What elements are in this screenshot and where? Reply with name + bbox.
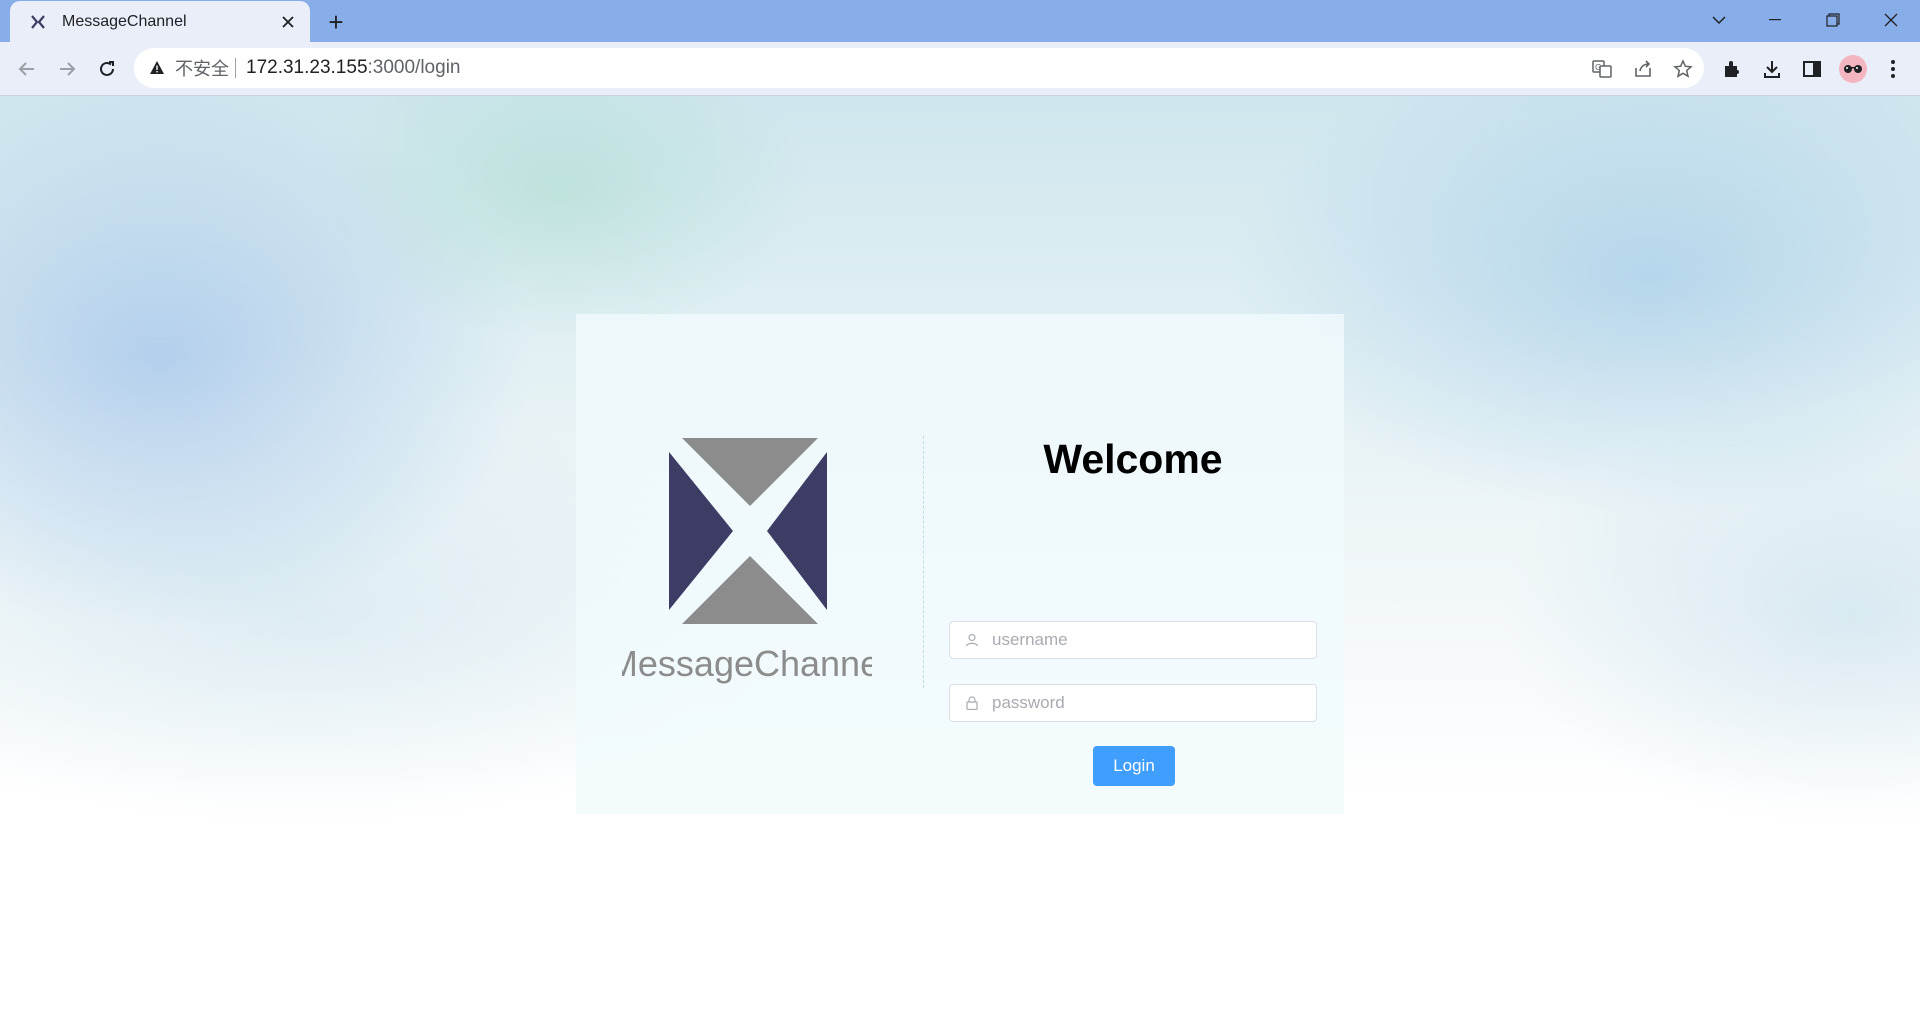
- minimize-icon[interactable]: [1752, 4, 1798, 36]
- profile-glasses-icon: [1839, 55, 1867, 83]
- login-card: MessageChannel Welcome Login: [576, 314, 1344, 814]
- side-panel-icon[interactable]: [1797, 54, 1827, 84]
- tab-favicon-icon: [28, 12, 48, 32]
- close-window-icon[interactable]: [1868, 4, 1914, 36]
- login-page-background: MessageChannel Welcome Login: [0, 96, 1920, 1029]
- svg-text:G: G: [1595, 63, 1601, 72]
- card-divider: [923, 436, 924, 688]
- extensions-icon[interactable]: [1717, 54, 1747, 84]
- login-button[interactable]: Login: [1093, 746, 1175, 786]
- username-input[interactable]: [990, 629, 1316, 651]
- warning-icon[interactable]: [149, 60, 165, 76]
- url-host: 172.31.23.155: [246, 57, 368, 78]
- restore-icon[interactable]: [1810, 4, 1856, 36]
- welcome-heading: Welcome: [1043, 436, 1223, 482]
- browser-tab[interactable]: MessageChannel: [10, 1, 310, 42]
- tab-title: MessageChannel: [62, 12, 187, 30]
- security-label[interactable]: 不安全: [175, 55, 229, 81]
- password-input[interactable]: [990, 692, 1316, 714]
- profile-avatar[interactable]: [1838, 54, 1868, 84]
- brand-name: MessageChannel: [622, 643, 872, 684]
- bookmark-star-icon[interactable]: [1670, 56, 1696, 82]
- username-field[interactable]: [949, 621, 1317, 659]
- url-text[interactable]: 172.31.23.155:3000/login: [246, 57, 460, 79]
- address-separator: [235, 58, 236, 78]
- password-field[interactable]: [949, 684, 1317, 722]
- user-icon: [964, 632, 980, 648]
- forward-icon[interactable]: [52, 54, 82, 84]
- brand-logo: MessageChannel: [622, 438, 872, 684]
- tab-search-icon[interactable]: [1696, 4, 1742, 36]
- url-path: :3000/login: [367, 57, 461, 78]
- download-icon[interactable]: [1757, 54, 1787, 84]
- tab-close-icon[interactable]: [274, 8, 302, 36]
- menu-kebab-icon[interactable]: [1878, 54, 1908, 84]
- share-icon[interactable]: [1630, 56, 1656, 82]
- browser-toolbar: 不安全 172.31.23.155:3000/login G: [0, 42, 1920, 96]
- address-bar[interactable]: 不安全 172.31.23.155:3000/login G: [134, 48, 1704, 88]
- lock-icon: [964, 695, 980, 711]
- tab-strip: MessageChannel +: [0, 0, 1920, 42]
- translate-icon[interactable]: G: [1589, 56, 1615, 82]
- back-icon[interactable]: [12, 54, 42, 84]
- new-tab-button[interactable]: +: [322, 7, 350, 37]
- reload-icon[interactable]: [92, 54, 122, 84]
